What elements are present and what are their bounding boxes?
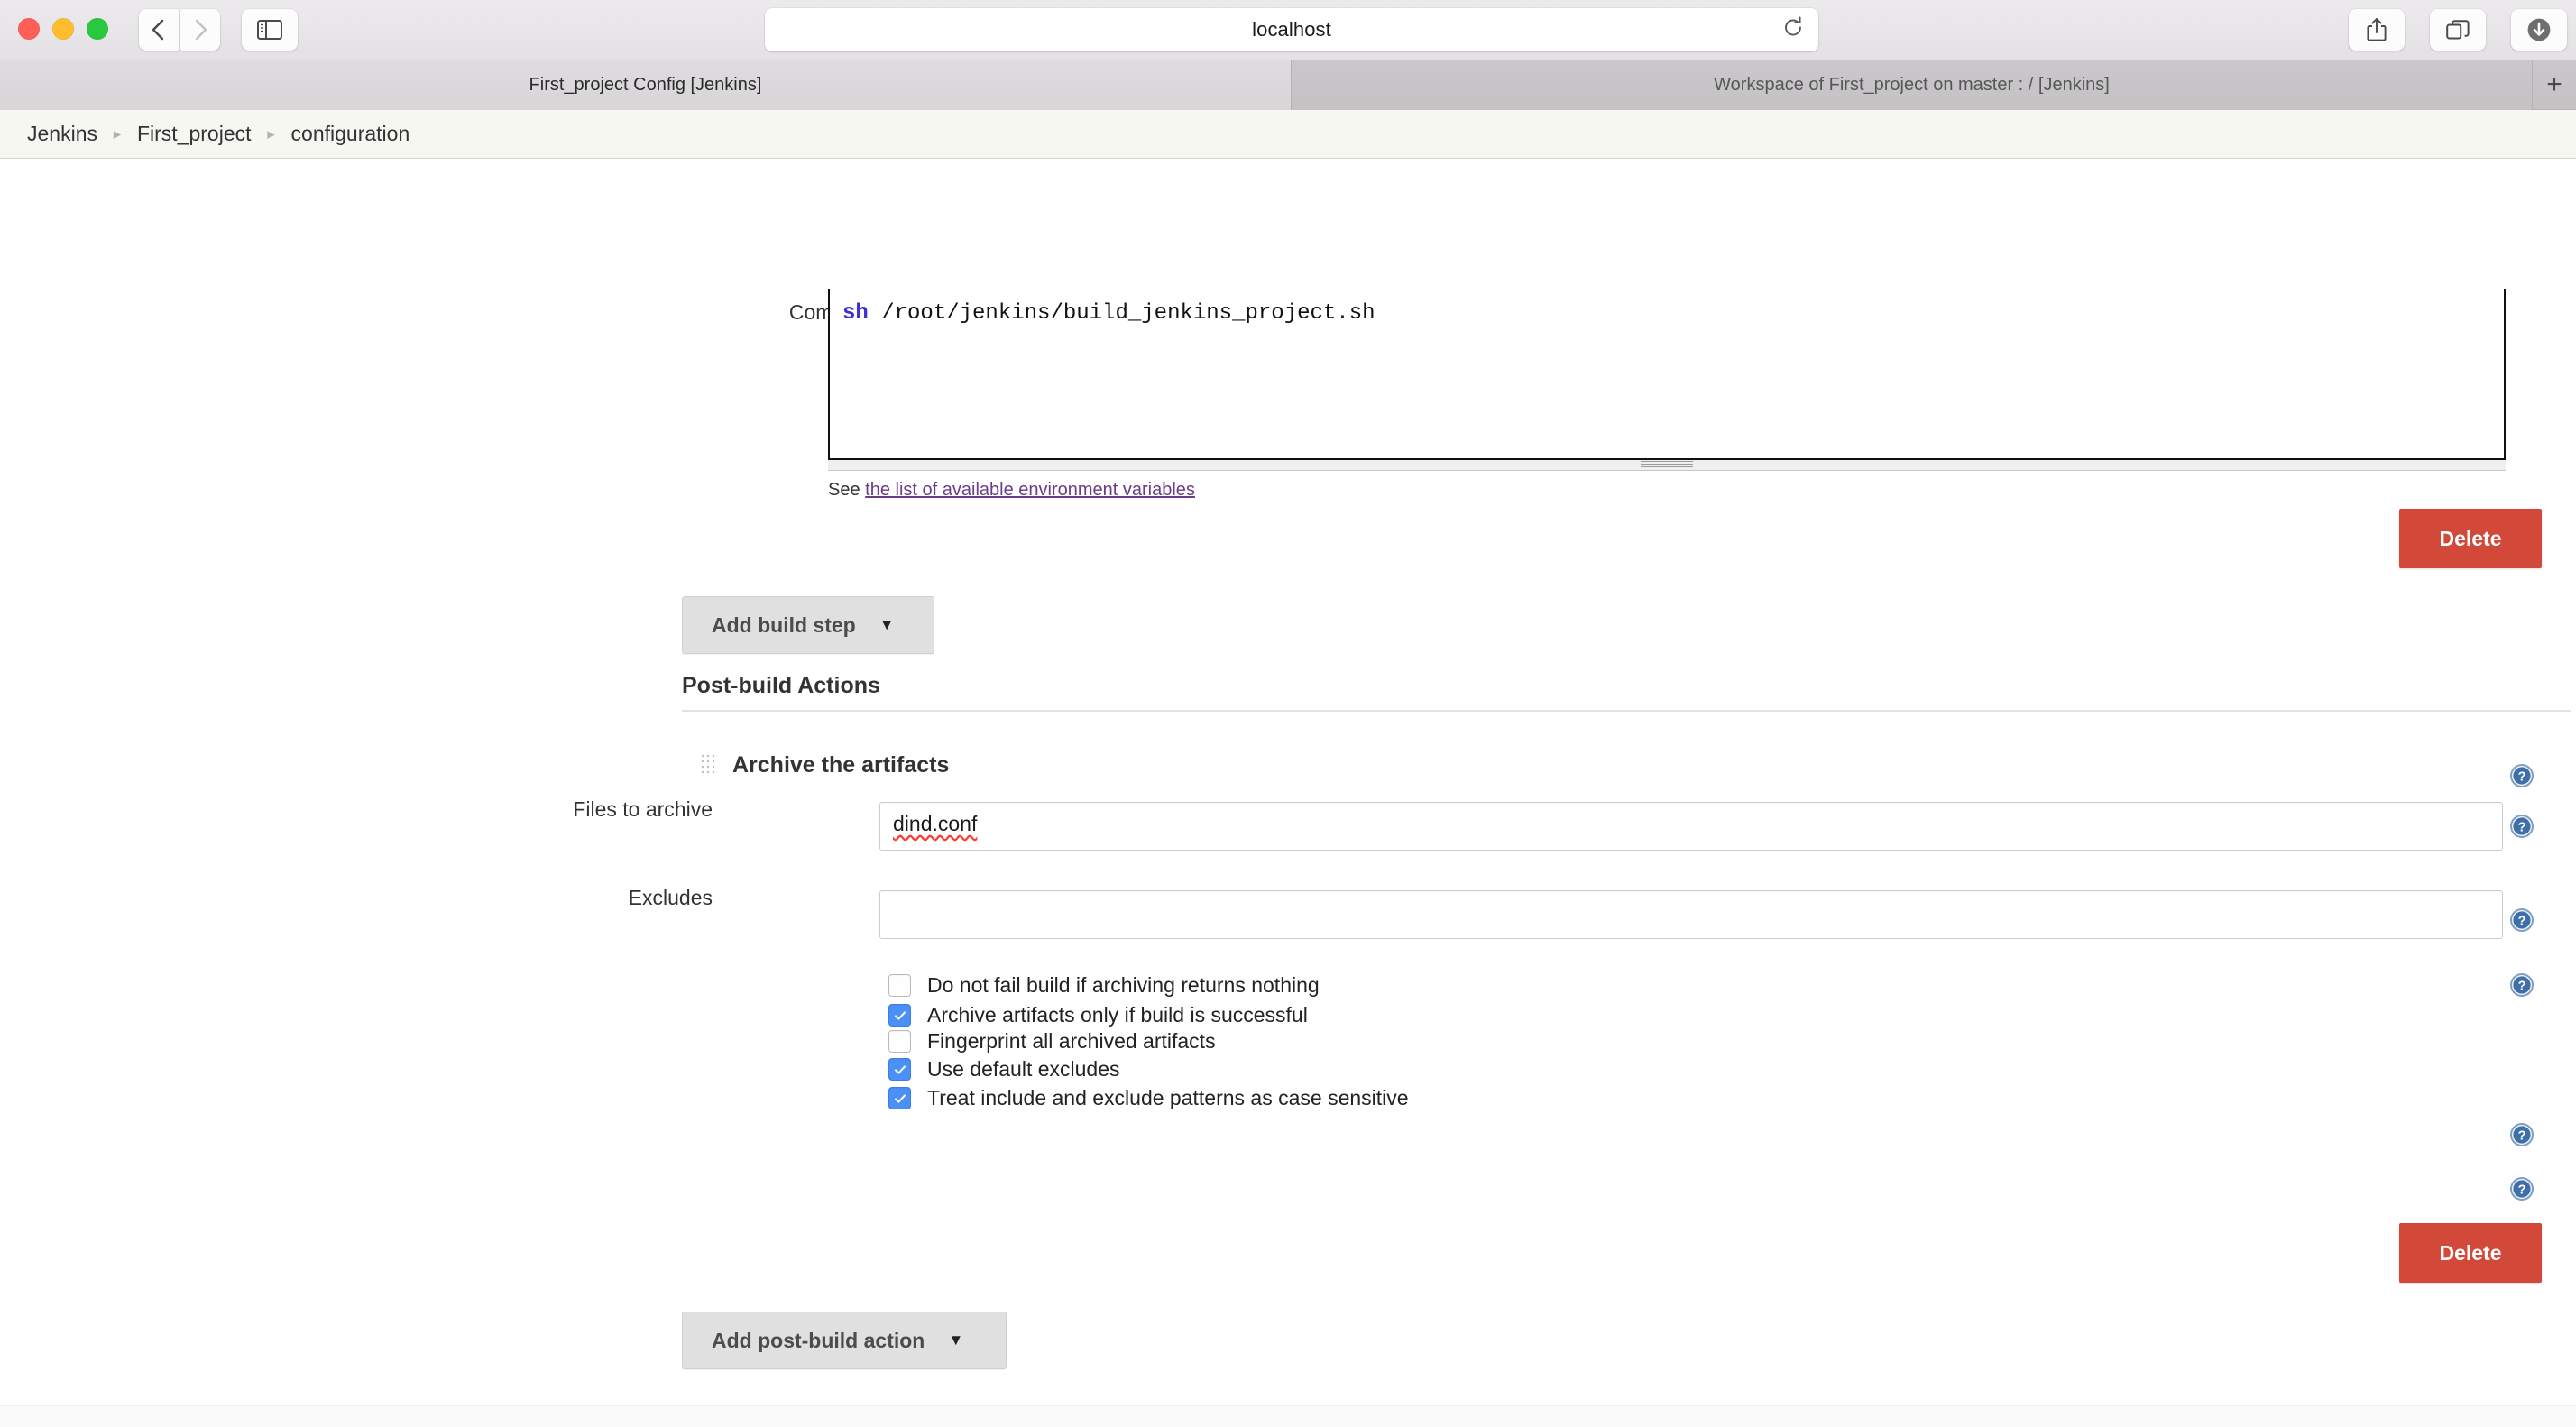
- forward-chevron-icon: [195, 19, 207, 41]
- environment-variables-link[interactable]: the list of available environment variab…: [865, 480, 1195, 500]
- checkbox-label: Fingerprint all archived artifacts: [927, 1029, 1216, 1053]
- files-to-archive-label: Files to archive: [573, 797, 713, 821]
- svg-text:?: ?: [2518, 769, 2526, 784]
- new-tab-button[interactable]: +: [2533, 60, 2576, 109]
- help-icon: ?: [2510, 973, 2534, 997]
- environment-variables-hint: See the list of available environment va…: [828, 480, 1195, 501]
- svg-text:?: ?: [2518, 914, 2526, 928]
- downloads-icon: [2527, 18, 2551, 41]
- command-textarea[interactable]: sh /root/jenkins/build_jenkins_project.s…: [828, 289, 2506, 460]
- checkbox-row-do-not-fail-build[interactable]: Do not fail build if archiving returns n…: [888, 973, 1320, 998]
- files-to-archive-input[interactable]: [879, 802, 2503, 851]
- breadcrumb-item-jenkins[interactable]: Jenkins: [25, 122, 99, 146]
- checkbox-row-archive-only-if-successful[interactable]: Archive artifacts only if build is succe…: [888, 1003, 1308, 1027]
- svg-text:?: ?: [2518, 1128, 2526, 1143]
- tab-overview-button[interactable]: [2430, 9, 2486, 51]
- checkbox-label: Archive artifacts only if build is succe…: [927, 1003, 1308, 1027]
- address-bar[interactable]: localhost: [765, 8, 1818, 51]
- help-icon-archive-artifacts[interactable]: ?: [2509, 763, 2535, 788]
- reload-icon: [1785, 16, 1801, 36]
- grip-icon: [1641, 461, 1693, 468]
- command-textarea-resize-handle[interactable]: [828, 460, 2506, 471]
- back-chevron-icon: [152, 19, 164, 41]
- share-icon: [2367, 18, 2387, 41]
- checkbox-use-default-excludes[interactable]: [888, 1058, 911, 1081]
- checkbox-label: Use default excludes: [927, 1057, 1120, 1081]
- checkbox-do-not-fail-build[interactable]: [888, 974, 911, 997]
- checkmark-icon: [894, 1064, 906, 1074]
- checkmark-icon: [894, 1010, 906, 1020]
- browser-tab-first-project-config[interactable]: First_project Config [Jenkins]: [0, 60, 1292, 110]
- help-icon-files-to-archive[interactable]: ?: [2509, 814, 2535, 839]
- delete-post-build-action-button[interactable]: Delete: [2399, 1223, 2542, 1283]
- window-traffic-lights: [18, 18, 108, 40]
- help-icon-use-default-excludes[interactable]: ?: [2509, 1122, 2535, 1147]
- section-divider: [682, 710, 2571, 712]
- help-icon-case-sensitive[interactable]: ?: [2509, 1176, 2535, 1201]
- drag-handle-icon[interactable]: [700, 753, 718, 777]
- add-build-step-button[interactable]: Add build step ▼: [682, 596, 934, 654]
- help-icon: ?: [2510, 764, 2534, 787]
- command-rest: /root/jenkins/build_jenkins_project.sh: [868, 301, 1375, 326]
- browser-tab-label: First_project Config [Jenkins]: [529, 74, 762, 95]
- checkbox-label: Do not fail build if archiving returns n…: [927, 973, 1320, 997]
- chevron-right-icon: ▸: [267, 124, 275, 143]
- chevron-right-icon: ▸: [113, 124, 122, 143]
- post-build-actions-heading: Post-build Actions: [682, 673, 880, 698]
- breadcrumb-item-first-project[interactable]: First_project: [135, 122, 253, 146]
- browser-chrome: localhost First_project Config [Jenkins]…: [0, 0, 2576, 110]
- excludes-label: Excludes: [628, 886, 713, 909]
- page-content: Command sh /root/jenkins/build_jenkins_p…: [0, 159, 2576, 1376]
- help-icon: ?: [2510, 1177, 2534, 1201]
- help-icon-do-not-fail-build[interactable]: ?: [2509, 972, 2535, 998]
- svg-text:?: ?: [2518, 1183, 2526, 1197]
- checkbox-row-fingerprint-artifacts[interactable]: Fingerprint all archived artifacts: [888, 1029, 1216, 1054]
- checkbox-archive-only-if-successful[interactable]: [888, 1004, 911, 1027]
- help-icon-excludes[interactable]: ?: [2509, 907, 2535, 933]
- breadcrumb: Jenkins ▸ First_project ▸ configuration: [0, 110, 2576, 159]
- add-post-build-action-button[interactable]: Add post-build action ▼: [682, 1312, 1007, 1369]
- checkbox-row-use-default-excludes[interactable]: Use default excludes: [888, 1057, 1120, 1082]
- svg-text:?: ?: [2518, 979, 2526, 993]
- checkbox-fingerprint-artifacts[interactable]: [888, 1030, 911, 1053]
- chevron-down-icon: ▼: [948, 1331, 964, 1349]
- share-button[interactable]: [2349, 9, 2405, 51]
- downloads-button[interactable]: [2511, 9, 2567, 51]
- checkmark-icon: [894, 1093, 906, 1103]
- archive-artifacts-heading: Archive the artifacts: [732, 752, 950, 778]
- page-footer: [0, 1405, 2576, 1427]
- command-keyword: sh: [842, 301, 869, 326]
- help-icon: ?: [2510, 908, 2534, 932]
- back-button[interactable]: [139, 9, 179, 51]
- breadcrumb-item-configuration[interactable]: configuration: [290, 122, 412, 146]
- svg-text:?: ?: [2518, 820, 2526, 834]
- maximize-window-button[interactable]: [87, 18, 108, 40]
- browser-tab-label: Workspace of First_project on master : /…: [1714, 74, 2110, 95]
- command-code-line: sh /root/jenkins/build_jenkins_project.s…: [830, 289, 2504, 326]
- browser-tab-bar: First_project Config [Jenkins] Workspace…: [0, 60, 2576, 110]
- help-icon: ?: [2510, 1123, 2534, 1146]
- see-prefix: See: [828, 480, 866, 500]
- excludes-input[interactable]: [879, 890, 2503, 939]
- address-bar-text: localhost: [1252, 18, 1331, 41]
- close-window-button[interactable]: [18, 18, 40, 40]
- sidebar-toggle-icon: [257, 20, 282, 40]
- delete-build-step-button[interactable]: Delete: [2399, 509, 2542, 568]
- plus-icon: +: [2546, 69, 2562, 99]
- minimize-window-button[interactable]: [52, 18, 74, 40]
- browser-toolbar: localhost: [0, 0, 2576, 60]
- checkbox-label: Treat include and exclude patterns as ca…: [927, 1086, 1409, 1109]
- browser-tab-workspace[interactable]: Workspace of First_project on master : /…: [1292, 60, 2533, 110]
- forward-button[interactable]: [180, 9, 220, 51]
- checkbox-row-case-sensitive[interactable]: Treat include and exclude patterns as ca…: [888, 1086, 1409, 1110]
- sidebar-toggle-button[interactable]: [242, 9, 298, 51]
- add-post-build-action-label: Add post-build action: [712, 1328, 925, 1352]
- reload-button[interactable]: [1782, 16, 1804, 44]
- help-icon: ?: [2510, 815, 2534, 838]
- tab-overview-icon: [2446, 20, 2470, 40]
- add-build-step-label: Add build step: [712, 612, 856, 637]
- checkbox-case-sensitive[interactable]: [888, 1087, 911, 1109]
- chevron-down-icon: ▼: [879, 616, 895, 633]
